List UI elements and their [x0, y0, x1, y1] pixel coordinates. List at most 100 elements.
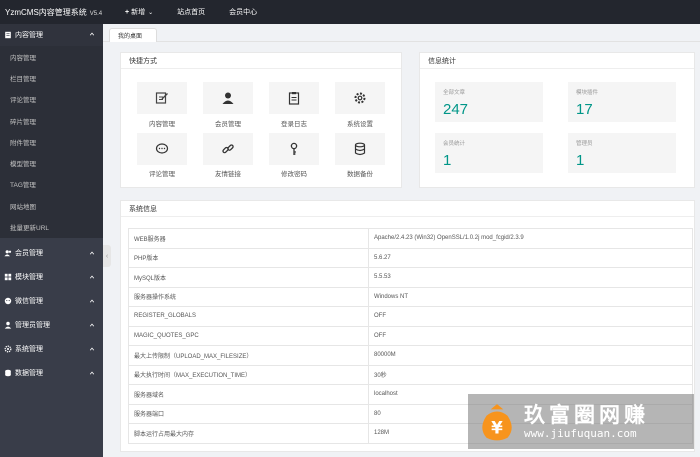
- sidebar-group-data[interactable]: 数据管理: [0, 361, 103, 385]
- shortcut-label: 系统设置: [347, 121, 373, 128]
- sidebar-item-label: 栏目管理: [10, 75, 36, 83]
- sidebar-group-modules[interactable]: 模块管理: [0, 265, 103, 289]
- sidebar-item-content[interactable]: 内容管理: [0, 46, 103, 67]
- stat-label: 会员统计: [443, 141, 466, 147]
- table-cell-value: Apache/2.4.23 (Win32) OpenSSL/1.0.2j mod…: [368, 228, 693, 249]
- stat-label: 管理员: [576, 141, 593, 147]
- shortcut-content[interactable]: [137, 82, 187, 114]
- shortcut-comments[interactable]: [137, 133, 187, 165]
- shortcut-change-password[interactable]: [269, 133, 319, 165]
- sidebar-item-label: 网站地图: [10, 203, 36, 211]
- sidebar-group-label: 会员管理: [15, 249, 43, 257]
- sidebar-item-label: 附件管理: [10, 139, 36, 147]
- stat-members[interactable]: 会员统计 1: [435, 133, 543, 173]
- users-icon: [4, 249, 12, 256]
- system-info-title: 系统信息: [121, 201, 694, 217]
- top-nav: + 新增 ⌄ 站点首页 会员中心: [103, 0, 269, 24]
- sidebar-item-tags[interactable]: TAG管理: [0, 174, 103, 195]
- stats-title: 信息统计: [420, 53, 694, 69]
- sidebar-item-label: 批量更新URL: [10, 225, 50, 233]
- add-new-menu[interactable]: + 新增 ⌄: [103, 0, 165, 24]
- shortcut-login-log[interactable]: [269, 82, 319, 114]
- table-cell-value: 30秒: [368, 364, 693, 385]
- sidebar-group-label: 数据管理: [15, 369, 43, 377]
- sidebar-group-label: 微信管理: [15, 297, 43, 305]
- sidebar-item-label: 评论管理: [10, 97, 36, 105]
- sidebar-group-system[interactable]: 系统管理: [0, 337, 103, 361]
- shortcut-label: 修改密码: [281, 171, 307, 178]
- sidebar-item-label: TAG管理: [10, 182, 36, 190]
- watermark-title: 玖富圈网赚: [524, 402, 649, 427]
- database-icon: [354, 142, 366, 156]
- plus-icon: +: [125, 8, 130, 16]
- table-row: MySQL版本 5.5.53: [128, 267, 693, 288]
- table-cell-key: 服务器操作系统: [128, 286, 369, 307]
- site-home-label: 站点首页: [177, 9, 206, 16]
- sidebar-item-models[interactable]: 模型管理: [0, 152, 103, 173]
- shortcut-backup[interactable]: [335, 133, 385, 165]
- table-cell-value: 5.6.27: [368, 247, 693, 268]
- sidebar-collapse-toggle[interactable]: ‹: [103, 245, 111, 267]
- table-cell-value: OFF: [368, 306, 693, 327]
- shortcut-label: 内容管理: [149, 121, 175, 128]
- shortcut-members[interactable]: [203, 82, 253, 114]
- sidebar-item-label: 模型管理: [10, 161, 36, 169]
- sidebar-item-sitemap[interactable]: 网站地图: [0, 195, 103, 216]
- table-row: REGISTER_GLOBALS OFF: [128, 306, 693, 327]
- chevron-up-icon: [89, 275, 95, 279]
- sidebar-item-comments[interactable]: 评论管理: [0, 89, 103, 110]
- chevron-up-icon: [89, 32, 95, 36]
- table-cell-value: Windows NT: [368, 286, 693, 307]
- grid-icon: [4, 273, 12, 280]
- sidebar-item-category[interactable]: 栏目管理: [0, 67, 103, 88]
- user-icon: [4, 321, 12, 329]
- add-new-label: 新增: [131, 9, 146, 16]
- sidebar-item-label: 碎片管理: [10, 118, 36, 126]
- shortcut-label: 评论管理: [149, 171, 175, 178]
- sidebar-group-members[interactable]: 会员管理: [0, 241, 103, 265]
- brand[interactable]: YzmCMS内容管理系统 V5.4: [0, 7, 103, 18]
- sidebar-group-label: 系统管理: [15, 345, 43, 353]
- table-cell-key: 最大上传限制（UPLOAD_MAX_FILESIZE）: [128, 345, 369, 366]
- chevron-up-icon: [89, 251, 95, 255]
- stat-label: 模块插件: [576, 90, 599, 96]
- document-icon: [5, 31, 11, 39]
- brand-name: YzmCMS内容管理系统: [5, 7, 87, 17]
- wechat-icon: [4, 297, 12, 304]
- sidebar-item-batch-url[interactable]: 批量更新URL: [0, 216, 103, 237]
- table-cell-key: 服务器端口: [128, 403, 369, 424]
- stat-admins[interactable]: 管理员 1: [568, 133, 676, 173]
- sidebar-item-fragments[interactable]: 碎片管理: [0, 110, 103, 131]
- table-row: PHP版本 5.6.27: [128, 247, 693, 268]
- watermark-text-block: 玖富圈网赚 www.jiufuquan.com: [524, 403, 649, 441]
- sidebar-group-content[interactable]: 内容管理: [0, 24, 103, 46]
- svg-text:¥: ¥: [491, 417, 503, 437]
- table-row: 服务器操作系统 Windows NT: [128, 286, 693, 307]
- tab-my-desktop[interactable]: 我的桌面: [109, 28, 158, 42]
- stat-plugins[interactable]: 模块插件 17: [568, 82, 676, 122]
- shortcut-links[interactable]: [203, 133, 253, 165]
- stat-value: 1: [576, 152, 585, 169]
- table-row: WEB服务器 Apache/2.4.23 (Win32) OpenSSL/1.0.…: [128, 228, 693, 249]
- table-cell-key: WEB服务器: [128, 228, 369, 249]
- shortcut-settings[interactable]: [335, 82, 385, 114]
- comment-icon: [155, 143, 169, 154]
- stat-value: 247: [443, 101, 469, 118]
- sidebar-item-attachments[interactable]: 附件管理: [0, 131, 103, 152]
- sidebar-group-wechat[interactable]: 微信管理: [0, 289, 103, 313]
- member-center-link[interactable]: 会员中心: [217, 0, 269, 24]
- table-cell-value: 5.5.53: [368, 267, 693, 288]
- stat-articles[interactable]: 全部文章 247: [435, 82, 543, 122]
- sidebar-group-admins[interactable]: 管理员管理: [0, 313, 103, 337]
- shortcut-label: 数据备份: [347, 171, 373, 178]
- money-bag-logo-icon: ¥: [482, 403, 512, 440]
- table-cell-key: MAGIC_QUOTES_GPC: [128, 325, 369, 346]
- shortcut-label: 友情链接: [215, 171, 241, 178]
- shortcut-label: 会员管理: [215, 121, 241, 128]
- clipboard-icon: [288, 92, 300, 105]
- database-icon: [5, 369, 11, 376]
- shortcuts-title: 快捷方式: [121, 53, 401, 69]
- shortcut-label: 登录日志: [281, 121, 307, 128]
- site-home-link[interactable]: 站点首页: [165, 0, 217, 24]
- tab-bar: 我的桌面: [103, 24, 700, 42]
